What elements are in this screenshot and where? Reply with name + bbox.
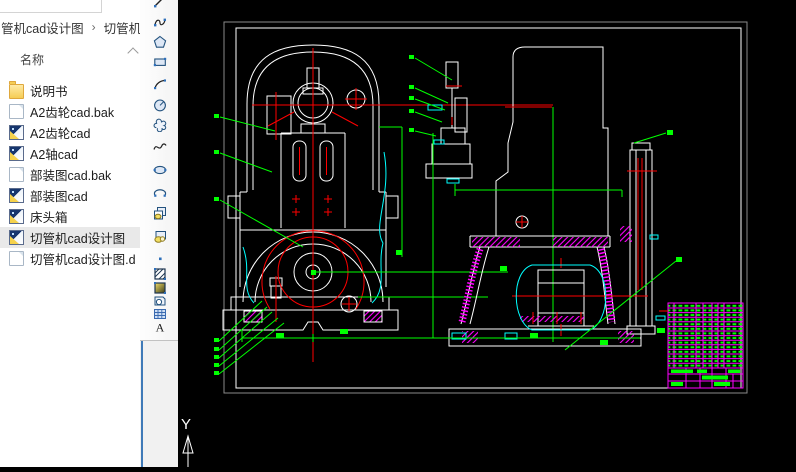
make-block-icon[interactable]: [145, 228, 175, 246]
file-name: 床头箱: [30, 211, 68, 225]
addressbar-divider-vertical: [101, 0, 102, 13]
side-view: [409, 46, 682, 351]
dwg-file-icon: [9, 125, 24, 140]
bak-file-icon: [9, 167, 24, 182]
rectangle-icon[interactable]: [145, 53, 175, 71]
breadcrumb-current[interactable]: 切管机: [103, 15, 140, 40]
file-name: A2齿轮cad.bak: [30, 106, 115, 120]
front-view: [214, 44, 554, 375]
file-row[interactable]: A2齿轮cad: [0, 122, 140, 143]
dwg-file-icon: [9, 209, 24, 224]
breadcrumb-chevron-icon: ›: [91, 20, 96, 34]
ellipse-icon[interactable]: [145, 161, 175, 179]
dwg-file-icon: [9, 230, 24, 245]
ucs-icon: Y: [181, 416, 194, 467]
file-name: 部装图cad: [30, 190, 88, 204]
file-row[interactable]: A2轴cad: [0, 143, 140, 164]
file-row[interactable]: 切管机cad设计图: [0, 227, 140, 248]
ellipse-arc-icon[interactable]: [145, 184, 175, 202]
sort-ascending-caret-icon: [127, 47, 139, 59]
arc-icon[interactable]: [145, 74, 175, 92]
polygon-icon[interactable]: [145, 33, 175, 51]
dwg-file-icon: [9, 146, 24, 161]
breadcrumb-folder[interactable]: 管机cad设计图: [0, 15, 85, 40]
file-row[interactable]: 说明书: [0, 80, 140, 101]
file-row[interactable]: 床头箱: [0, 206, 140, 227]
bak-file-icon: [9, 251, 24, 266]
revision-cloud-icon[interactable]: [145, 116, 175, 134]
file-name: A2齿轮cad: [30, 127, 91, 141]
folder-icon: [9, 81, 24, 99]
cad-drawing: Y: [181, 21, 748, 467]
svg-text:A: A: [156, 321, 165, 335]
polyline-icon[interactable]: [145, 13, 175, 31]
file-name: 切管机cad设计图: [30, 232, 126, 246]
multiline-text-icon[interactable]: A: [145, 318, 175, 336]
title-block-table: [655, 302, 744, 389]
file-row[interactable]: 切管机cad设计图.d: [0, 248, 140, 269]
dwg-file-icon: [9, 188, 24, 203]
file-row[interactable]: A2齿轮cad.bak: [0, 101, 140, 122]
file-list: 说明书 A2齿轮cad.bak A2齿轮cad A2轴cad 部装图cad.ba…: [0, 80, 140, 269]
circle-icon[interactable]: [145, 96, 175, 114]
file-name: A2轴cad: [30, 148, 78, 162]
file-explorer-panel: 管机cad设计图 › 切管机 名称 说明书 A2齿轮cad.bak A2齿轮ca…: [0, 0, 140, 467]
file-row[interactable]: 部装图cad: [0, 185, 140, 206]
file-name: 说明书: [30, 85, 68, 99]
cad-drawing-canvas[interactable]: Y: [178, 0, 796, 467]
file-name: 部装图cad.bak: [30, 169, 112, 183]
spline-icon[interactable]: [145, 138, 175, 156]
bak-file-icon: [9, 104, 24, 119]
file-name: 切管机cad设计图.d: [30, 253, 136, 267]
file-row[interactable]: 部装图cad.bak: [0, 164, 140, 185]
line-icon[interactable]: [145, 0, 175, 10]
draw-toolbar: A: [140, 0, 179, 467]
insert-block-icon[interactable]: [145, 204, 175, 222]
breadcrumb: 管机cad设计图 › 切管机: [0, 13, 140, 41]
column-header-name[interactable]: 名称: [0, 46, 140, 70]
column-header-label: 名称: [20, 53, 45, 67]
ucs-y-axis-label: Y: [181, 416, 191, 433]
